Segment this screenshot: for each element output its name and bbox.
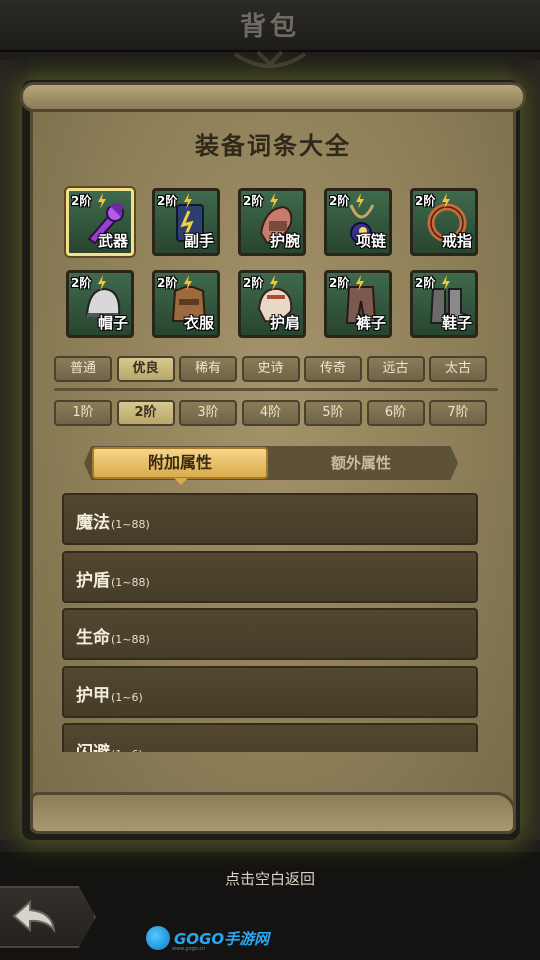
slot-tier-label: 2阶 xyxy=(71,276,92,290)
attribute-row[interactable]: 护甲(1~6) xyxy=(62,665,478,718)
slot-name-label: 护腕 xyxy=(269,232,300,250)
equipment-slot[interactable]: 2阶帽子 xyxy=(66,270,134,338)
attribute-name: 魔法(1~88) xyxy=(76,508,150,533)
slot-tier-label: 2阶 xyxy=(329,276,350,290)
lightning-icon xyxy=(356,193,364,209)
rarity-filter-chip[interactable]: 远古 xyxy=(366,356,425,382)
attribute-range: (1~88) xyxy=(111,575,150,589)
tap-to-return-hint[interactable]: 点击空白返回 xyxy=(0,868,540,889)
attribute-range: (1~6) xyxy=(111,690,143,704)
lightning-icon xyxy=(442,193,450,209)
slot-tier-label: 2阶 xyxy=(243,276,264,290)
attribute-row[interactable]: 生命(1~88) xyxy=(62,608,478,660)
rarity-filter-chip[interactable]: 史诗 xyxy=(241,356,300,382)
tier-filter-chip[interactable]: 6阶 xyxy=(366,400,425,426)
attribute-range: (1~88) xyxy=(111,518,150,531)
tier-filter-chip[interactable]: 1阶 xyxy=(54,400,112,426)
equipment-slot[interactable]: 2阶裤子 xyxy=(324,270,392,338)
back-button[interactable] xyxy=(0,886,96,948)
lightning-icon xyxy=(98,193,106,209)
ornament-icon xyxy=(233,50,307,68)
slot-name-label: 戒指 xyxy=(441,232,472,250)
equipment-slot[interactable]: 2阶武器 xyxy=(66,188,134,256)
back-arrow-icon xyxy=(12,899,56,934)
scroll-roll-top xyxy=(20,82,526,112)
slot-tier-label: 2阶 xyxy=(243,194,264,208)
lightning-icon xyxy=(184,275,192,291)
watermark-logo-icon xyxy=(146,926,170,950)
slot-name-label: 护肩 xyxy=(269,314,300,332)
lightning-icon xyxy=(184,193,192,209)
rarity-filter-chip[interactable]: 稀有 xyxy=(179,356,237,382)
slot-name-label: 鞋子 xyxy=(441,314,472,332)
rarity-filter-chip[interactable]: 太古 xyxy=(429,356,487,382)
attribute-name-text: 魔法 xyxy=(76,513,110,533)
slot-tier-label: 2阶 xyxy=(329,194,350,208)
equipment-slot[interactable]: 2阶鞋子 xyxy=(410,270,478,338)
attribute-range: (1~6) xyxy=(111,748,143,752)
tier-filter-chip[interactable]: 4阶 xyxy=(241,400,300,426)
attribute-range: (1~88) xyxy=(111,633,150,646)
tab-extra-attributes[interactable]: 额外属性 xyxy=(270,447,452,479)
watermark-subtext: www.gogo.cn xyxy=(172,946,206,952)
window-title: 背包 xyxy=(239,12,300,42)
attribute-row[interactable]: 护盾(1~88) xyxy=(62,550,478,603)
attribute-name: 护盾(1~88) xyxy=(76,566,150,591)
tier-filter-chip[interactable]: 5阶 xyxy=(304,400,362,426)
slot-tier-label: 2阶 xyxy=(157,194,178,208)
lightning-icon xyxy=(98,275,106,291)
attribute-name-text: 闪避 xyxy=(76,743,110,752)
tier-filter-chip[interactable]: 2阶 xyxy=(116,400,175,426)
equipment-slot[interactable]: 2阶护肩 xyxy=(238,270,306,338)
slot-tier-label: 2阶 xyxy=(415,276,436,290)
divider xyxy=(54,388,498,391)
scroll-title: 装备词条大全 xyxy=(195,132,351,160)
attribute-name: 生命(1~88) xyxy=(76,623,150,648)
slot-name-label: 武器 xyxy=(97,232,128,250)
lightning-icon xyxy=(356,275,364,291)
slot-name-label: 项链 xyxy=(355,232,386,250)
attribute-name-text: 生命 xyxy=(76,628,110,648)
watermark: GOGO手游网 www.gogo.cn xyxy=(146,924,269,952)
rarity-filter-chip[interactable]: 优良 xyxy=(116,356,175,382)
tier-filter-chip[interactable]: 3阶 xyxy=(179,400,237,426)
tier-filter-chip[interactable]: 7阶 xyxy=(429,400,487,426)
slot-name-label: 裤子 xyxy=(355,314,386,332)
equipment-slot[interactable]: 2阶副手 xyxy=(152,188,220,256)
attribute-row[interactable]: 闪避(1~6) xyxy=(62,723,478,752)
slot-tier-label: 2阶 xyxy=(157,276,178,290)
lightning-icon xyxy=(270,193,278,209)
slot-name-label: 帽子 xyxy=(97,314,128,332)
attribute-row[interactable]: 魔法(1~88) xyxy=(62,493,478,545)
equipment-slot[interactable]: 2阶戒指 xyxy=(410,188,478,256)
tab-additional-attributes[interactable]: 附加属性 xyxy=(92,447,268,479)
rarity-filter-chip[interactable]: 普通 xyxy=(54,356,112,382)
tab-pointer-icon xyxy=(174,478,188,485)
equipment-slot[interactable]: 2阶项链 xyxy=(324,188,392,256)
attribute-name: 护甲(1~6) xyxy=(76,681,143,706)
attribute-name-text: 护盾 xyxy=(76,570,110,591)
attribute-name: 闪避(1~6) xyxy=(76,738,143,752)
equipment-slot[interactable]: 2阶护腕 xyxy=(238,188,306,256)
equipment-slot[interactable]: 2阶衣服 xyxy=(152,270,220,338)
rarity-filter-chip[interactable]: 传奇 xyxy=(304,356,362,382)
slot-tier-label: 2阶 xyxy=(415,194,436,208)
lightning-icon xyxy=(442,275,450,291)
attribute-name-text: 护甲 xyxy=(76,685,110,706)
slot-tier-label: 2阶 xyxy=(71,194,92,208)
slot-name-label: 副手 xyxy=(183,232,214,250)
slot-name-label: 衣服 xyxy=(183,314,214,332)
lightning-icon xyxy=(270,275,278,291)
scroll-roll-bottom xyxy=(30,792,516,834)
attribute-list[interactable]: 魔法(1~88)护盾(1~88)生命(1~88)护甲(1~6)闪避(1~6) xyxy=(60,492,480,752)
